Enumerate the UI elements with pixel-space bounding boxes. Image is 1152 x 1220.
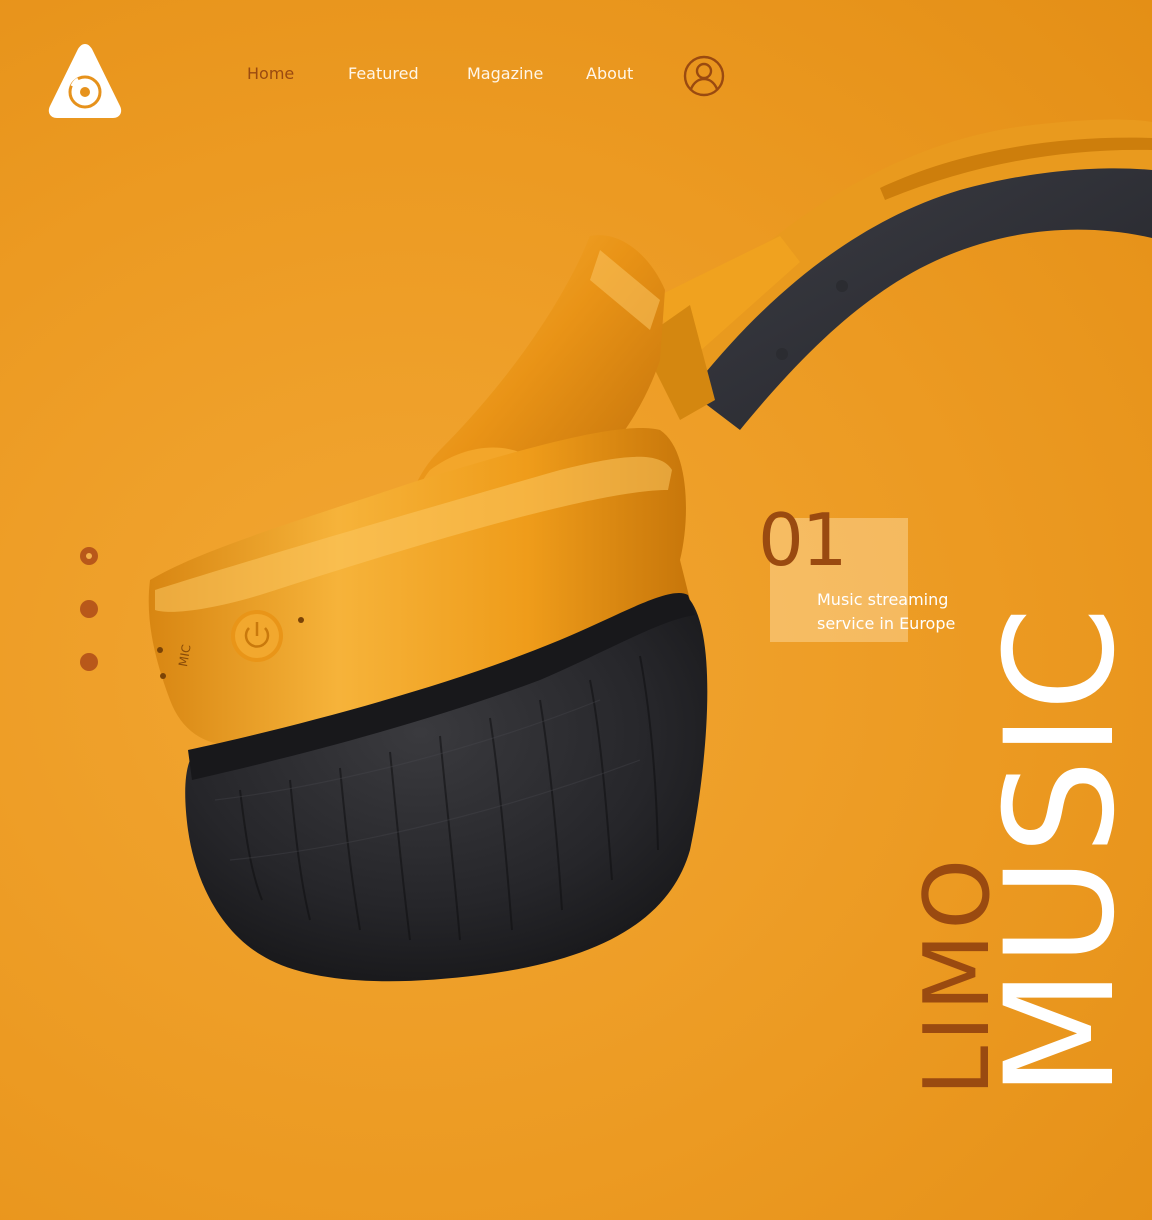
feature-description: Music streaming service in Europe — [817, 590, 956, 633]
slide-dot-2[interactable] — [80, 600, 98, 618]
slide-dot-3[interactable] — [80, 653, 98, 671]
user-circle-icon[interactable] — [682, 54, 726, 98]
hero-stage: MIC Home Featured Magazine About 01 Musi… — [0, 0, 1152, 1220]
nav-magazine[interactable]: Magazine — [467, 64, 543, 84]
nav-home[interactable]: Home — [247, 64, 294, 84]
hero-title-music: MUSIC — [974, 604, 1148, 1098]
brand-logo-icon[interactable] — [46, 40, 124, 120]
slide-dot-1[interactable] — [80, 547, 98, 565]
nav-featured[interactable]: Featured — [348, 64, 419, 84]
slide-number: 01 — [758, 498, 848, 582]
nav-about[interactable]: About — [586, 64, 633, 84]
